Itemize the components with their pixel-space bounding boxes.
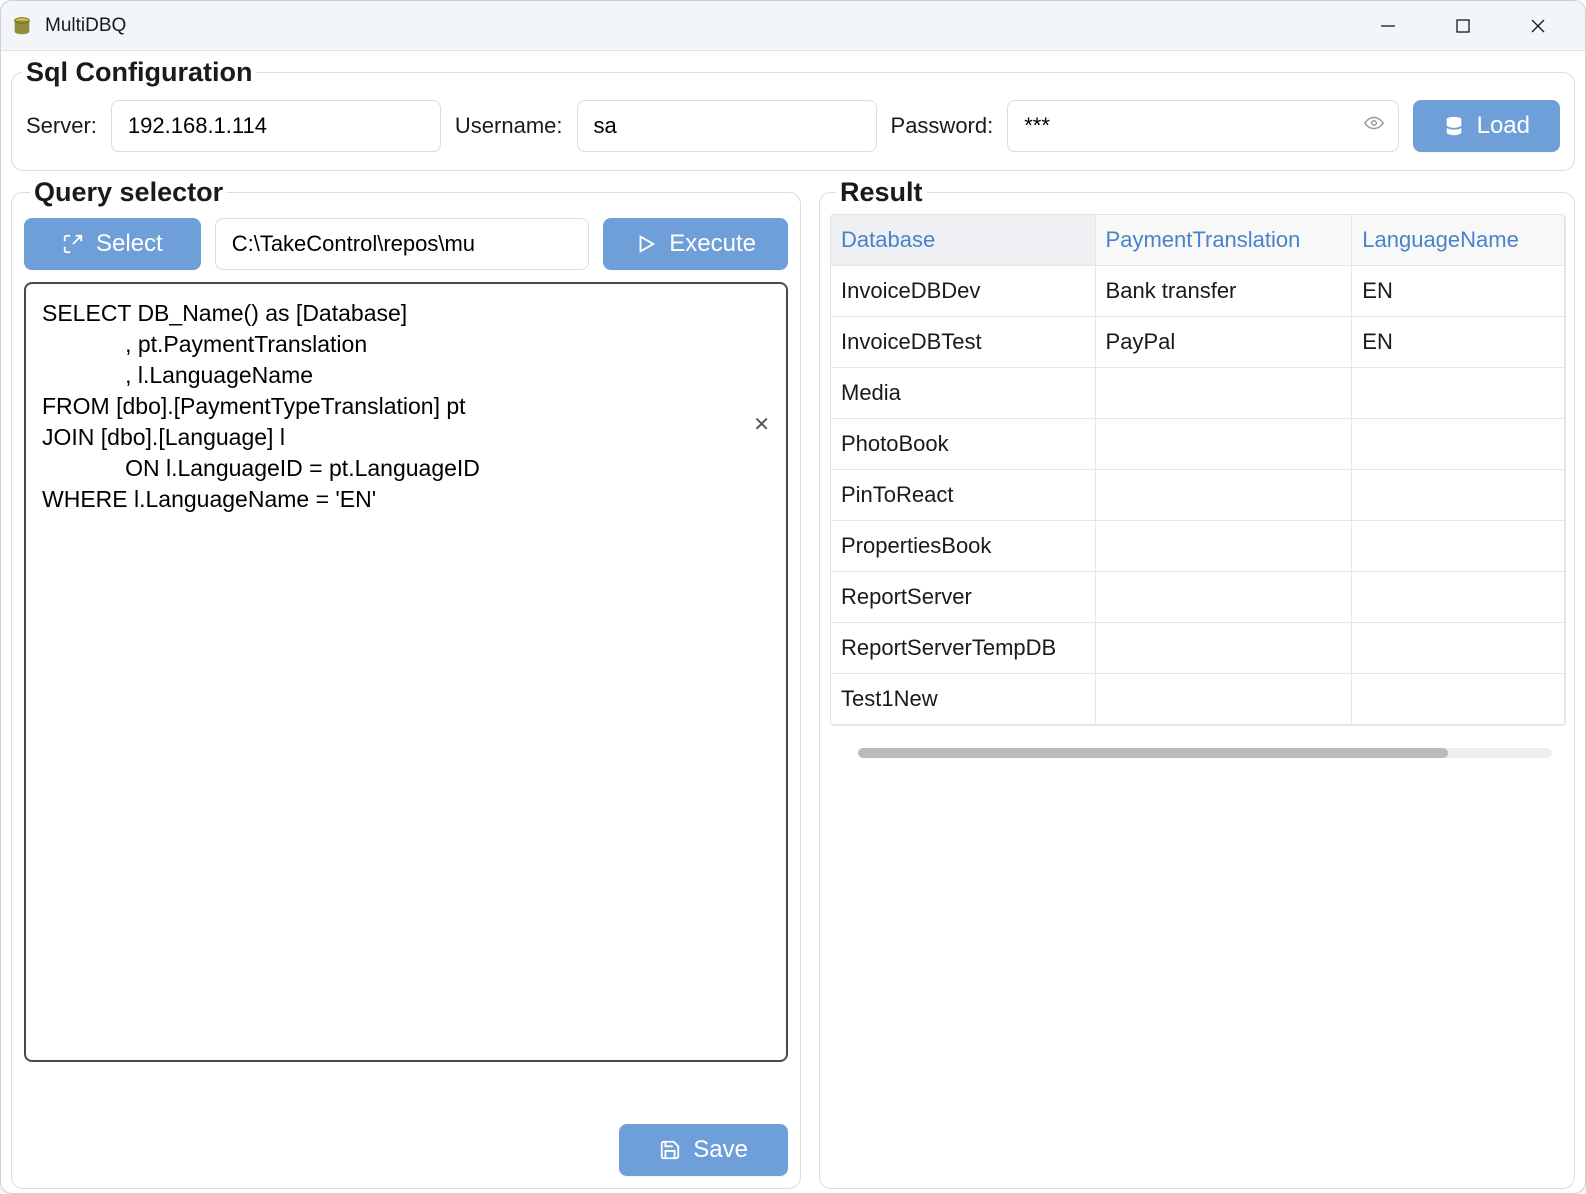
execute-button-label: Execute [669, 230, 756, 258]
sql-config-legend: Sql Configuration [22, 57, 256, 88]
save-button-label: Save [693, 1136, 748, 1164]
select-button-label: Select [96, 230, 163, 258]
cell: ReportServerTempDB [831, 623, 1095, 674]
sql-config-group: Sql Configuration Server: Username: Pass… [11, 57, 1575, 171]
minimize-button[interactable] [1350, 1, 1425, 51]
cell [1095, 419, 1352, 470]
username-input[interactable] [577, 100, 877, 152]
cell: EN [1352, 317, 1565, 368]
body-row: Query selector Select Execute ✕ [11, 177, 1575, 1189]
selector-row: Select Execute [24, 218, 788, 270]
cell [1352, 572, 1565, 623]
result-panel: Result Database PaymentTranslation Langu… [819, 177, 1575, 1189]
table-row[interactable]: InvoiceDBDev Bank transfer EN [831, 266, 1565, 317]
cell: PhotoBook [831, 419, 1095, 470]
cell: PayPal [1095, 317, 1352, 368]
window-title: MultiDBQ [45, 15, 126, 37]
database-icon [1443, 115, 1465, 137]
clear-sql-icon[interactable]: ✕ [753, 412, 770, 437]
table-row[interactable]: PropertiesBook [831, 521, 1565, 572]
maximize-icon [1455, 18, 1471, 34]
cell [1352, 419, 1565, 470]
cell [1352, 470, 1565, 521]
content-area: Sql Configuration Server: Username: Pass… [1, 51, 1585, 1193]
select-file-icon [62, 233, 84, 255]
maximize-button[interactable] [1425, 1, 1500, 51]
play-icon [635, 233, 657, 255]
sql-editor-wrap: ✕ [24, 282, 788, 1114]
sql-editor[interactable] [24, 282, 788, 1062]
column-header[interactable]: Database [831, 215, 1095, 266]
column-header[interactable]: LanguageName [1352, 215, 1565, 266]
cell: EN [1352, 266, 1565, 317]
save-button[interactable]: Save [619, 1124, 788, 1176]
file-path-input[interactable] [215, 218, 590, 270]
query-legend: Query selector [30, 177, 227, 208]
cell: Bank transfer [1095, 266, 1352, 317]
reveal-password-icon[interactable] [1363, 112, 1385, 140]
close-button[interactable] [1500, 1, 1575, 51]
table-row[interactable]: Test1New [831, 674, 1565, 725]
cell: Test1New [831, 674, 1095, 725]
cell [1095, 470, 1352, 521]
table-row[interactable]: PinToReact [831, 470, 1565, 521]
sql-config-row: Server: Username: Password: Load [26, 100, 1560, 152]
scrollbar-thumb[interactable] [858, 748, 1448, 758]
password-label: Password: [891, 113, 994, 139]
load-button[interactable]: Load [1413, 100, 1560, 152]
result-grid[interactable]: Database PaymentTranslation LanguageName… [830, 214, 1566, 726]
result-legend: Result [836, 177, 927, 208]
cell [1352, 674, 1565, 725]
minimize-icon [1380, 18, 1396, 34]
load-button-label: Load [1477, 112, 1530, 140]
cell [1095, 368, 1352, 419]
table-row[interactable]: ReportServer [831, 572, 1565, 623]
cell: PropertiesBook [831, 521, 1095, 572]
save-row: Save [24, 1124, 788, 1176]
cell [1095, 674, 1352, 725]
window-controls [1350, 1, 1575, 51]
save-icon [659, 1139, 681, 1161]
cell: InvoiceDBTest [831, 317, 1095, 368]
horizontal-scrollbar[interactable] [858, 748, 1552, 758]
cell [1352, 368, 1565, 419]
title-bar: MultiDBQ [1, 1, 1585, 51]
table-row[interactable]: Media [831, 368, 1565, 419]
table-row[interactable]: PhotoBook [831, 419, 1565, 470]
cell [1352, 623, 1565, 674]
app-window: MultiDBQ Sql Configuration Server: Usern… [0, 0, 1586, 1194]
password-wrap [1007, 100, 1398, 152]
cell: PinToReact [831, 470, 1095, 521]
column-header[interactable]: PaymentTranslation [1095, 215, 1352, 266]
cell: InvoiceDBDev [831, 266, 1095, 317]
server-label: Server: [26, 113, 97, 139]
table-row[interactable]: InvoiceDBTest PayPal EN [831, 317, 1565, 368]
execute-button[interactable]: Execute [603, 218, 788, 270]
cell [1095, 623, 1352, 674]
password-input[interactable] [1007, 100, 1398, 152]
title-bar-left: MultiDBQ [11, 15, 126, 37]
select-button[interactable]: Select [24, 218, 201, 270]
cell [1352, 521, 1565, 572]
app-icon [11, 15, 33, 37]
close-icon [1530, 18, 1546, 34]
username-label: Username: [455, 113, 563, 139]
server-input[interactable] [111, 100, 441, 152]
cell [1095, 521, 1352, 572]
cell: ReportServer [831, 572, 1095, 623]
cell: Media [831, 368, 1095, 419]
table-row[interactable]: ReportServerTempDB [831, 623, 1565, 674]
cell [1095, 572, 1352, 623]
query-panel: Query selector Select Execute ✕ [11, 177, 801, 1189]
